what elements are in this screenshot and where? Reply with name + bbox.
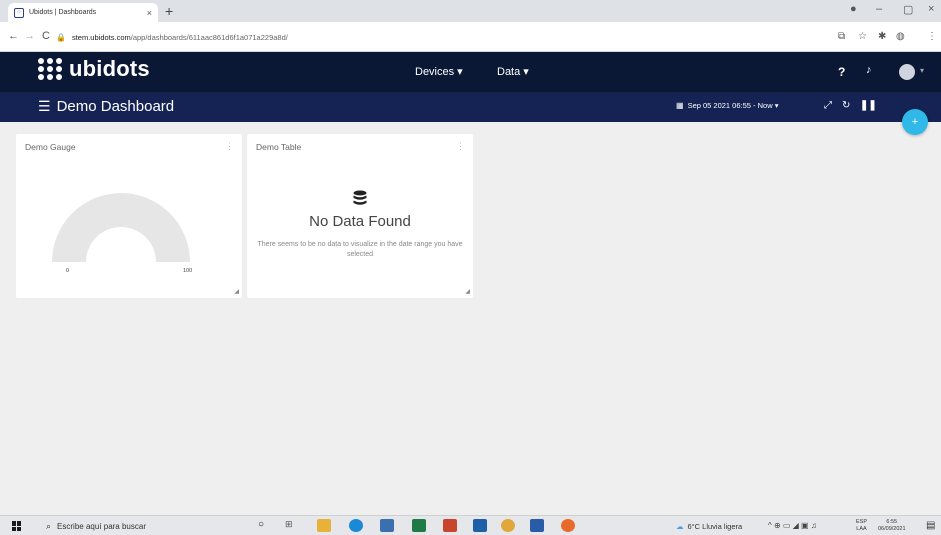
firefox-icon[interactable] [561, 519, 575, 532]
notification-center-icon[interactable]: ▤ [926, 520, 935, 531]
clock-time: 6:55 [886, 519, 898, 525]
store-icon[interactable] [380, 519, 394, 532]
nav-devices[interactable]: Devices ▾ [415, 65, 463, 78]
taskbar-clock[interactable]: 6:55 06/09/2021 [878, 519, 906, 533]
database-icon [353, 190, 367, 205]
record-icon[interactable]: ● [850, 3, 857, 15]
logo-wordmark: ubidots [69, 56, 150, 81]
ubidots-favicon-icon: ⁘ [14, 7, 24, 18]
tab-close-icon[interactable]: × [147, 8, 152, 18]
chrome-icon[interactable] [501, 519, 515, 532]
extensions-icon[interactable]: ✱ [878, 31, 886, 42]
powerpoint-icon[interactable] [443, 519, 457, 532]
gauge-track [52, 193, 190, 262]
gauge-arc [52, 193, 190, 262]
task-view-icon[interactable]: ⊞ [285, 519, 299, 532]
refresh-icon[interactable]: ↻ [842, 100, 850, 111]
nav-data[interactable]: Data ▾ [497, 65, 529, 78]
browser-tab[interactable]: ⁘ Ubidots | Dashboards × [8, 3, 158, 22]
edge-icon[interactable] [349, 519, 363, 532]
weather-widget[interactable]: ☁ 6°C Lluvia ligera [676, 522, 742, 531]
table-widget-title: Demo Table [256, 142, 302, 152]
fullscreen-icon[interactable]: ⤢ [824, 100, 832, 111]
resize-handle-icon[interactable]: ◢ [234, 288, 239, 295]
lock-icon: 🔒 [56, 32, 66, 42]
excel-icon[interactable] [412, 519, 426, 532]
no-data-description: There seems to be no data to visualize i… [257, 241, 463, 258]
url-host: stem.ubidots.com [71, 32, 131, 42]
back-button[interactable]: ← [8, 30, 19, 42]
search-icon: ⌕ [46, 521, 52, 531]
tab-title: Ubidots | Dashboards [29, 9, 97, 16]
reload-button[interactable]: C [42, 30, 50, 42]
dashboard-title-block[interactable]: ☰ Demo Dashboard [38, 98, 174, 115]
cloud-icon: ☁ [676, 522, 684, 531]
browser-menu-icon[interactable]: ⋮ [927, 31, 937, 42]
no-data-title: No Data Found [309, 213, 411, 230]
resize-handle-icon[interactable]: ◢ [465, 288, 470, 295]
taskbar-search-placeholder: Escribe aquí para buscar [57, 522, 146, 531]
maximize-button[interactable]: ▢ [903, 3, 913, 16]
gauge-max-label: 100 [183, 268, 193, 274]
minimize-button[interactable]: – [876, 3, 882, 15]
new-tab-button[interactable]: + [165, 3, 173, 19]
calendar-icon: ▦ [676, 101, 684, 110]
weather-text: 6°C Lluvia ligera [687, 522, 743, 531]
gauge-min-label: 0 [66, 268, 70, 274]
system-tray-icons[interactable]: ^ ⊕ ▭ ◢ ▣ ♫ [768, 521, 817, 530]
file-explorer-icon[interactable] [317, 519, 331, 532]
mail-icon[interactable] [473, 519, 487, 532]
hamburger-menu-icon[interactable]: ☰ [38, 98, 51, 115]
gauge-widget-title: Demo Gauge [25, 142, 76, 152]
bookmark-star-icon[interactable]: ☆ [858, 31, 867, 42]
date-range-label: Sep 05 2021 06:55 - Now ▾ [687, 101, 779, 110]
forward-button[interactable]: → [24, 30, 35, 42]
browser-tabstrip: ⁘ Ubidots | Dashboards × + ● – ▢ × [0, 0, 941, 22]
widget-menu-icon[interactable]: ⋮ [225, 141, 234, 152]
cortana-icon[interactable]: ○ [258, 519, 272, 532]
chevron-down-icon[interactable]: ▾ [920, 66, 924, 75]
dashboard-bar: ☰ Demo Dashboard ▦ Sep 05 2021 06:55 - N… [0, 92, 941, 122]
url-field[interactable]: 🔒 stem.ubidots.com /app/dashboards/611aa… [56, 27, 826, 47]
widget-menu-icon[interactable]: ⋮ [456, 141, 465, 152]
address-bar: ← → C 🔒 stem.ubidots.com /app/dashboards… [0, 22, 941, 52]
close-window-button[interactable]: × [928, 3, 934, 15]
windows-taskbar: ⌕ Escribe aquí para buscar ○ ⊞ ☁ 6°C Llu… [0, 515, 941, 535]
word-icon[interactable] [530, 519, 544, 532]
dashboard-title: Demo Dashboard [56, 98, 175, 115]
translate-icon[interactable]: ⧉ [838, 31, 845, 42]
ubidots-logo[interactable]: ubidots [38, 56, 150, 82]
input-language[interactable]: ESP LAA [856, 519, 867, 533]
notifications-bell-icon[interactable]: ♪ [866, 64, 872, 76]
taskbar-search[interactable]: ⌕ Escribe aquí para buscar [46, 521, 146, 532]
lang-line1: ESP [856, 519, 868, 525]
help-icon[interactable]: ? [838, 65, 845, 79]
windows-start-icon[interactable] [12, 521, 22, 531]
profile-icon[interactable]: ◍ [896, 31, 905, 42]
user-avatar[interactable] [899, 64, 915, 80]
logo-dots-icon [38, 58, 63, 80]
app-header: ubidots Devices ▾ Data ▾ ? ♪ ▾ [0, 52, 941, 92]
clock-date: 06/09/2021 [878, 526, 906, 532]
lang-line2: LAA [856, 526, 867, 532]
add-widget-button[interactable]: + [902, 109, 928, 135]
url-path: /app/dashboards/611aac861d6f1a071a229a8d… [130, 32, 288, 42]
pause-icon[interactable]: ❚❚ [860, 100, 877, 111]
date-range-picker[interactable]: ▦ Sep 05 2021 06:55 - Now ▾ [676, 101, 778, 110]
